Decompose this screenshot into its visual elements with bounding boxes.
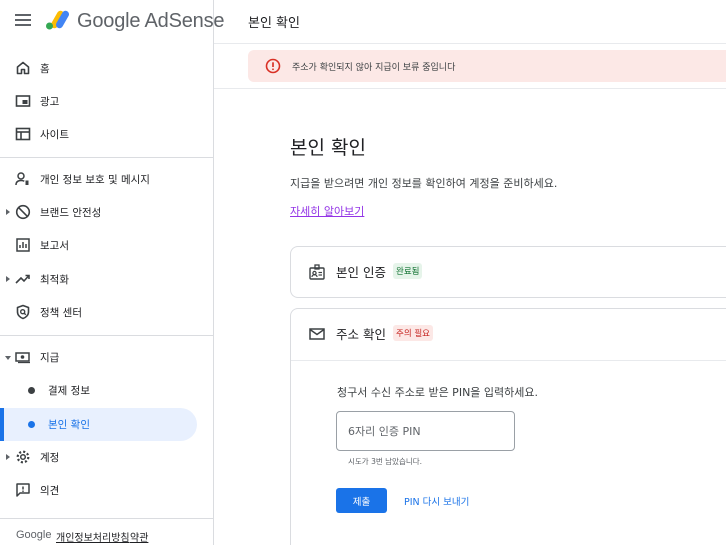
sidebar-divider <box>0 157 213 158</box>
sidebar-item-sites[interactable]: 사이트 <box>0 118 214 151</box>
feedback-icon <box>16 483 30 497</box>
payment-hold-alert: 주소가 확인되지 않아 지급이 보류 중입니다 <box>248 50 726 82</box>
sidebar: Google AdSense 홈 광고 사이트 개인 정보 보호 및 메시지 브… <box>0 0 225 545</box>
card-divider <box>291 360 726 361</box>
brand-bar: Google AdSense <box>0 0 225 44</box>
page-title: 본인 확인 <box>290 137 366 159</box>
sidebar-item-label: 브랜드 안전성 <box>40 207 102 219</box>
sites-icon <box>15 127 31 141</box>
address-card-title: 주소 확인 <box>336 327 386 342</box>
expand-caret-icon[interactable] <box>6 454 10 460</box>
payments-icon <box>15 352 30 364</box>
identity-verification-card[interactable]: 본인 인증 완료됨 <box>290 246 726 298</box>
sidebar-item-label: 홈 <box>40 63 50 75</box>
footer-google: Google <box>16 529 52 541</box>
sidebar-item-label: 사이트 <box>40 129 69 141</box>
sidebar-item-ads[interactable]: 광고 <box>0 85 214 118</box>
sidebar-item-payments[interactable]: 지급 <box>0 341 214 374</box>
sidebar-item-home[interactable]: 홈 <box>0 52 214 85</box>
resend-pin-button[interactable]: PIN 다시 보내기 <box>401 488 472 513</box>
sidebar-item-label: 보고서 <box>40 240 69 252</box>
sidebar-item-account[interactable]: 계정 <box>0 441 214 474</box>
attempts-remaining: 시도가 3번 남았습니다. <box>348 457 423 466</box>
menu-icon[interactable] <box>15 13 31 27</box>
sidebar-item-policy-center[interactable]: 정책 센터 <box>0 296 214 329</box>
page-description: 지급을 받으려면 개인 정보를 확인하여 계정을 준비하세요. <box>290 177 558 190</box>
terms-link[interactable]: 약관 <box>130 529 148 544</box>
error-icon <box>265 58 281 74</box>
policy-center-icon <box>16 304 30 320</box>
sidebar-item-label: 개인 정보 보호 및 메시지 <box>40 174 150 186</box>
bullet-icon <box>28 421 35 428</box>
sidebar-divider <box>0 335 213 336</box>
sidebar-item-label: 지급 <box>40 352 60 364</box>
sidebar-item-privacy-messaging[interactable]: 개인 정보 보호 및 메시지 <box>0 163 214 196</box>
learn-more-link[interactable]: 자세히 알아보기 <box>290 203 364 219</box>
sidebar-item-label: 정책 센터 <box>40 307 82 319</box>
bullet-icon <box>28 387 35 394</box>
pin-instruction: 청구서 수신 주소로 받은 PIN을 입력하세요. <box>337 386 539 399</box>
adsense-logo-icon <box>46 10 69 30</box>
identity-card-title: 본인 인증 <box>336 265 386 280</box>
expand-caret-icon[interactable] <box>6 276 10 282</box>
brand-safety-icon <box>15 204 31 220</box>
home-icon <box>16 61 30 75</box>
collapse-caret-icon[interactable] <box>5 356 11 360</box>
sidebar-item-label: 최적화 <box>40 274 69 286</box>
sidebar-item-brand-safety[interactable]: 브랜드 안전성 <box>0 196 214 229</box>
sidebar-item-label: 광고 <box>40 96 60 108</box>
id-badge-icon <box>309 264 325 280</box>
sidebar-item-label: 계정 <box>40 452 60 464</box>
sidebar-subitem-verification[interactable]: 본인 확인 <box>0 408 197 441</box>
top-header: 본인 확인 <box>214 0 726 44</box>
status-badge-complete: 완료됨 <box>393 263 423 279</box>
ads-icon <box>15 95 31 107</box>
header-divider <box>214 88 726 89</box>
reports-icon <box>16 238 30 252</box>
sidebar-item-label: 본인 확인 <box>48 419 90 431</box>
expand-caret-icon[interactable] <box>6 209 10 215</box>
sidebar-item-reports[interactable]: 보고서 <box>0 229 214 262</box>
sidebar-item-label: 의견 <box>40 485 60 497</box>
submit-button[interactable]: 제출 <box>336 488 387 513</box>
pin-input[interactable] <box>336 411 515 451</box>
privacy-policy-link[interactable]: 개인정보처리방침 <box>56 529 130 544</box>
header-title: 본인 확인 <box>248 16 300 31</box>
address-verification-card: 주소 확인 주의 필요 청구서 수신 주소로 받은 PIN을 입력하세요. 시도… <box>290 308 726 545</box>
sidebar-item-optimization[interactable]: 최적화 <box>0 263 214 296</box>
sidebar-subitem-payment-info[interactable]: 결제 정보 <box>0 374 214 407</box>
privacy-messaging-icon <box>15 172 29 186</box>
mail-icon <box>309 328 325 340</box>
sidebar-footer: Google 개인정보처리방침 약관 <box>0 518 213 545</box>
brand-name: Google AdSense <box>77 10 225 32</box>
sidebar-item-feedback[interactable]: 의견 <box>0 474 214 507</box>
alert-text: 주소가 확인되지 않아 지급이 보류 중입니다 <box>292 63 456 73</box>
status-badge-attention: 주의 필요 <box>393 325 433 341</box>
sidebar-item-label: 결제 정보 <box>48 385 90 397</box>
optimization-icon <box>15 274 30 284</box>
account-gear-icon <box>16 450 30 464</box>
